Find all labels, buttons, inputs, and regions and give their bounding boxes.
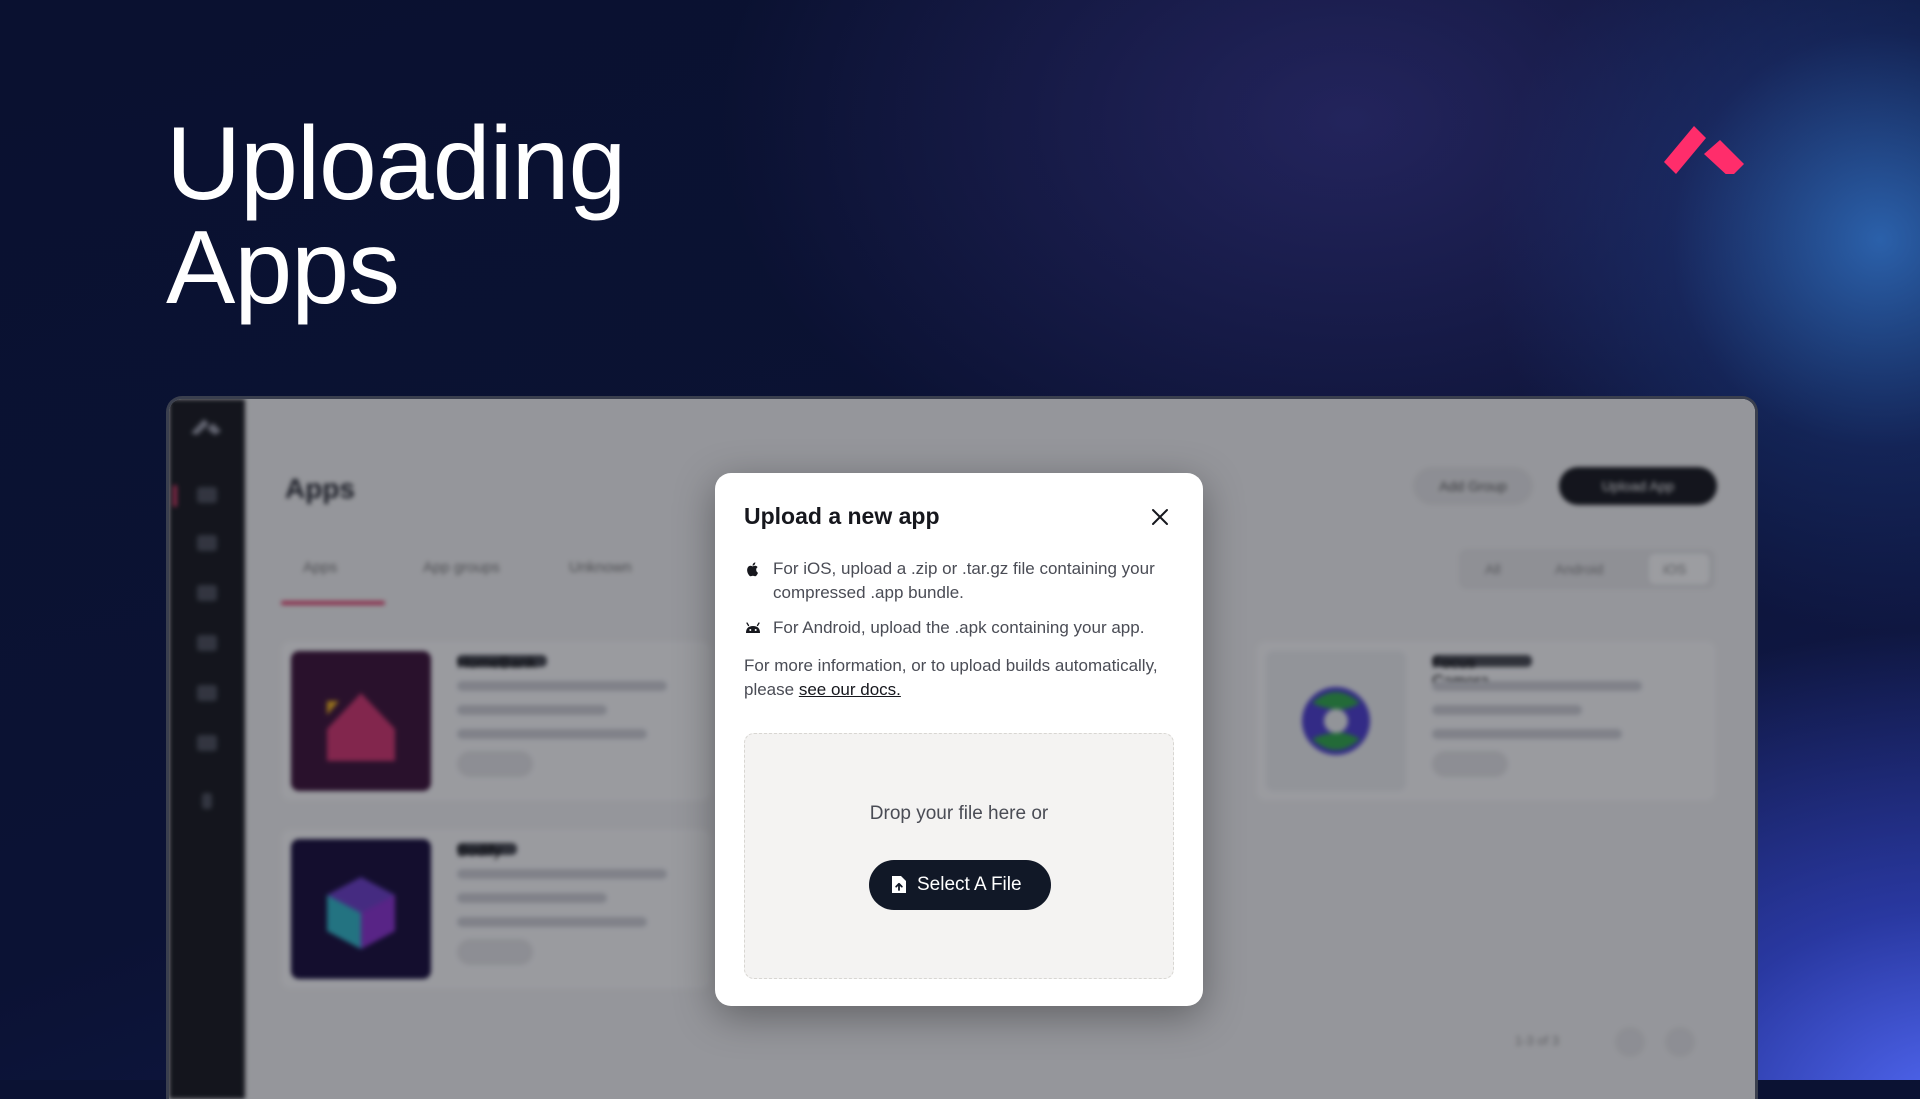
hero-title: Uploading Apps — [166, 106, 626, 326]
select-file-button[interactable]: Select A File — [869, 860, 1051, 910]
android-icon — [746, 622, 760, 633]
close-icon[interactable] — [1148, 505, 1172, 529]
modal-title: Upload a new app — [744, 503, 940, 529]
docs-link[interactable]: see our docs. — [799, 680, 901, 699]
more-info-text: For more information, or to upload build… — [744, 654, 1184, 702]
ios-instructions: For iOS, upload a .zip or .tar.gz file c… — [773, 559, 1155, 602]
android-instructions: For Android, upload the .apk containing … — [773, 618, 1145, 637]
upload-app-modal: Upload a new app For iOS, upload a .zip … — [715, 473, 1203, 1006]
select-file-label: Select A File — [917, 874, 1022, 895]
file-upload-icon — [892, 876, 906, 893]
drop-text: Drop your file here or — [869, 803, 1049, 824]
brand-logo — [1664, 126, 1744, 174]
android-info: For Android, upload the .apk containing … — [744, 616, 1184, 640]
file-dropzone[interactable]: Drop your file here or Select A File — [744, 733, 1174, 979]
ios-info: For iOS, upload a .zip or .tar.gz file c… — [744, 557, 1184, 605]
apple-icon — [747, 562, 758, 577]
